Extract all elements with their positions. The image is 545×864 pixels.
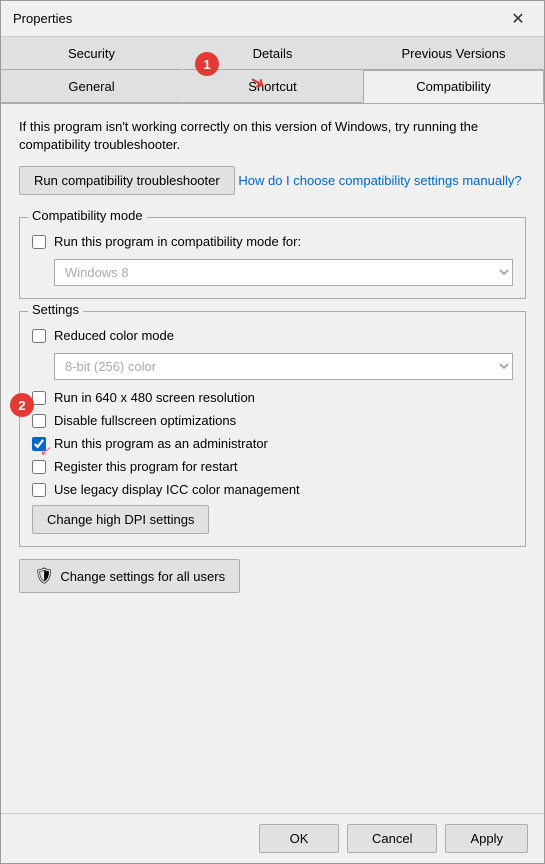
compatibility-mode-label: Compatibility mode — [28, 208, 147, 223]
restart-checkbox[interactable] — [32, 460, 46, 474]
resolution-row: Run in 640 x 480 screen resolution — [32, 390, 513, 405]
intro-text: If this program isn't working correctly … — [19, 118, 526, 154]
fullscreen-row: Disable fullscreen optimizations — [32, 413, 513, 428]
tab-previous-versions[interactable]: Previous Versions — [363, 37, 544, 70]
annotation-2: 2 — [10, 393, 34, 417]
compatibility-mode-dropdown[interactable]: Windows 8 — [54, 259, 513, 286]
cancel-button[interactable]: Cancel — [347, 824, 437, 853]
compatibility-mode-group: Compatibility mode Run this program in c… — [19, 217, 526, 299]
reduced-color-label: Reduced color mode — [54, 328, 174, 343]
tab-content: If this program isn't working correctly … — [1, 104, 544, 813]
icc-label: Use legacy display ICC color management — [54, 482, 300, 497]
admin-label: Run this program as an administrator — [54, 436, 268, 451]
resolution-label: Run in 640 x 480 screen resolution — [54, 390, 255, 405]
title-bar: Properties ✕ — [1, 1, 544, 37]
restart-label: Register this program for restart — [54, 459, 238, 474]
fullscreen-checkbox[interactable] — [32, 414, 46, 428]
settings-label: Settings — [28, 302, 83, 317]
icc-checkbox[interactable] — [32, 483, 46, 497]
settings-group: Settings Reduced color mode 8-bit (256) … — [19, 311, 526, 547]
tab-security[interactable]: Security — [1, 37, 182, 70]
admin-row: Run this program as an administrator — [32, 436, 513, 451]
apply-button[interactable]: Apply — [445, 824, 528, 853]
icc-row: Use legacy display ICC color management — [32, 482, 513, 497]
color-mode-dropdown[interactable]: 8-bit (256) color — [54, 353, 513, 380]
annotation-1: 1 — [195, 52, 219, 76]
change-all-label: Change settings for all users — [60, 569, 225, 584]
resolution-checkbox[interactable] — [32, 391, 46, 405]
how-link[interactable]: How do I choose compatibility settings m… — [238, 173, 521, 188]
fullscreen-label: Disable fullscreen optimizations — [54, 413, 236, 428]
window-title: Properties — [13, 11, 72, 26]
close-button[interactable]: ✕ — [504, 7, 532, 31]
tab-bar: Security Details Previous Versions Gener… — [1, 37, 544, 104]
compatibility-mode-checkbox[interactable] — [32, 235, 46, 249]
footer: OK Cancel Apply — [1, 813, 544, 863]
tab-compatibility[interactable]: Compatibility — [363, 70, 544, 103]
reduced-color-checkbox[interactable] — [32, 329, 46, 343]
compatibility-mode-row: Run this program in compatibility mode f… — [32, 234, 513, 249]
reduced-color-row: Reduced color mode — [32, 328, 513, 343]
change-all-users-button[interactable]: 🛡 Change settings for all users — [19, 559, 240, 593]
shield-icon: 🛡 — [34, 566, 54, 586]
compatibility-mode-checkbox-label: Run this program in compatibility mode f… — [54, 234, 301, 249]
run-troubleshooter-button[interactable]: Run compatibility troubleshooter — [19, 166, 235, 195]
ok-button[interactable]: OK — [259, 824, 339, 853]
restart-row: Register this program for restart — [32, 459, 513, 474]
tab-general[interactable]: General — [1, 70, 182, 103]
change-dpi-button[interactable]: Change high DPI settings — [32, 505, 209, 534]
